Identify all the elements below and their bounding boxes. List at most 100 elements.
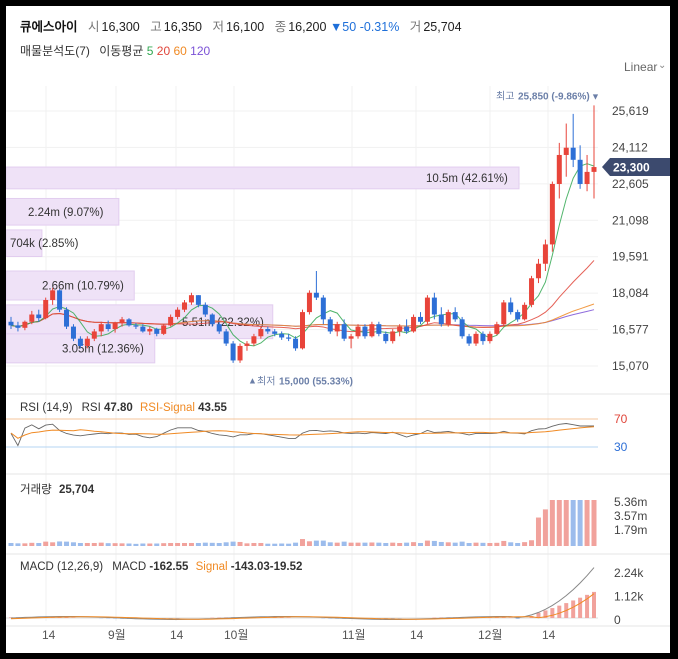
candle-body: [535, 263, 541, 279]
candle-body: [577, 159, 583, 184]
candle: [341, 319, 347, 342]
candle: [355, 324, 361, 339]
volume-bar: [195, 542, 201, 546]
candle: [223, 329, 229, 346]
volume-panel-title: 거래량: [20, 484, 52, 496]
profile-label: 2.24m (9.07%): [28, 207, 104, 219]
volume-bar: [36, 542, 42, 546]
candle: [64, 307, 70, 330]
candle-body: [591, 167, 597, 172]
candle-body: [237, 345, 243, 361]
volume-bar: [133, 543, 139, 546]
candle-body: [50, 290, 56, 301]
macd-title: MACD (12,26,9): [20, 561, 104, 573]
candle-body: [445, 312, 451, 325]
volume-bar: [570, 500, 576, 546]
candle-body: [244, 343, 250, 346]
macd-hist-bar: [550, 608, 555, 618]
volume-bar: [529, 540, 535, 546]
volume-bar: [209, 542, 215, 546]
volume-bar: [188, 542, 194, 546]
candle-body: [175, 309, 181, 317]
volume-bar: [591, 500, 597, 546]
profile-label: 3.05m (12.36%): [62, 343, 144, 355]
candle-body: [98, 324, 104, 332]
candle: [57, 289, 63, 313]
candle-body: [8, 321, 14, 326]
candle-body: [424, 297, 430, 322]
volume-bar: [112, 543, 118, 546]
chart-canvas[interactable]: 10.5m (42.61%) 2.24m (9.07%) 704k (2.85%) 2…: [6, 6, 670, 653]
candle-body: [411, 316, 417, 332]
x-axis-label: 14: [410, 628, 424, 642]
candle-body: [300, 312, 305, 349]
macd-hist-bar: [571, 600, 576, 618]
volume-bar: [487, 542, 493, 546]
candle-body: [147, 329, 153, 332]
volume-bar: [244, 543, 250, 546]
volume-bar: [286, 543, 292, 546]
candle-body: [355, 326, 361, 337]
candle: [244, 341, 250, 351]
candle-body: [286, 337, 292, 339]
candle: [508, 297, 514, 315]
candle: [362, 324, 368, 339]
macd-name: MACD: [112, 561, 147, 573]
x-axis-label: 11월: [342, 628, 366, 642]
candle: [327, 316, 333, 334]
volume-bar: [223, 542, 229, 546]
volume-bar: [91, 542, 97, 546]
candle-body: [91, 331, 97, 339]
rsi-signal-name: RSI-Signal: [139, 402, 195, 414]
volume-bar: [327, 542, 333, 546]
volume-bar: [494, 542, 500, 546]
candle-body: [265, 329, 271, 332]
volume-bar: [452, 542, 458, 546]
candle-body: [195, 295, 201, 305]
volume-bar: [8, 542, 14, 546]
rsi-signal-value: 43.55: [198, 402, 227, 414]
volume-bar: [306, 541, 312, 546]
macd-line: [10, 567, 595, 620]
macd-tick-label: 0: [614, 613, 621, 627]
candle: [161, 324, 167, 336]
volume-bar: [272, 543, 278, 546]
volume-bar: [348, 542, 354, 546]
candle: [313, 271, 319, 301]
candle-body: [258, 329, 264, 337]
macd-tick-label: 2.24k: [614, 566, 644, 580]
candle: [390, 329, 396, 344]
volume-bar: [390, 542, 396, 546]
volume-bar: [147, 543, 153, 546]
volume-bar: [424, 540, 430, 546]
candle-body: [362, 326, 368, 337]
volume-legend: 거래량 25,704: [20, 481, 94, 497]
candle-body: [334, 324, 340, 332]
candle: [591, 105, 597, 199]
candle: [369, 321, 375, 338]
low-marker-arrow-icon: ▲: [248, 376, 257, 386]
candle: [424, 295, 430, 325]
price-tick-label: 24,112: [612, 140, 648, 154]
high-marker-arrow-icon: ▼: [591, 91, 600, 101]
candle-body: [43, 300, 49, 319]
volume-bar: [522, 542, 528, 546]
candle-body: [119, 319, 125, 323]
candle-body: [209, 314, 215, 325]
candle: [487, 331, 493, 344]
volume-bar: [175, 542, 181, 546]
candle: [494, 321, 500, 336]
candle-body: [584, 171, 590, 184]
volume-bar: [341, 541, 347, 546]
candle-body: [383, 333, 389, 342]
candle-body: [376, 324, 382, 334]
rsi-title: RSI (14,9): [20, 402, 73, 414]
macd-signal-line: [10, 593, 595, 620]
volume-bar: [161, 543, 167, 546]
volume-bar: [549, 500, 555, 546]
volume-bar: [64, 541, 70, 546]
volume-bar: [279, 543, 285, 546]
volume-bar: [445, 542, 451, 546]
volume-bar: [293, 542, 299, 546]
candle: [237, 343, 243, 363]
